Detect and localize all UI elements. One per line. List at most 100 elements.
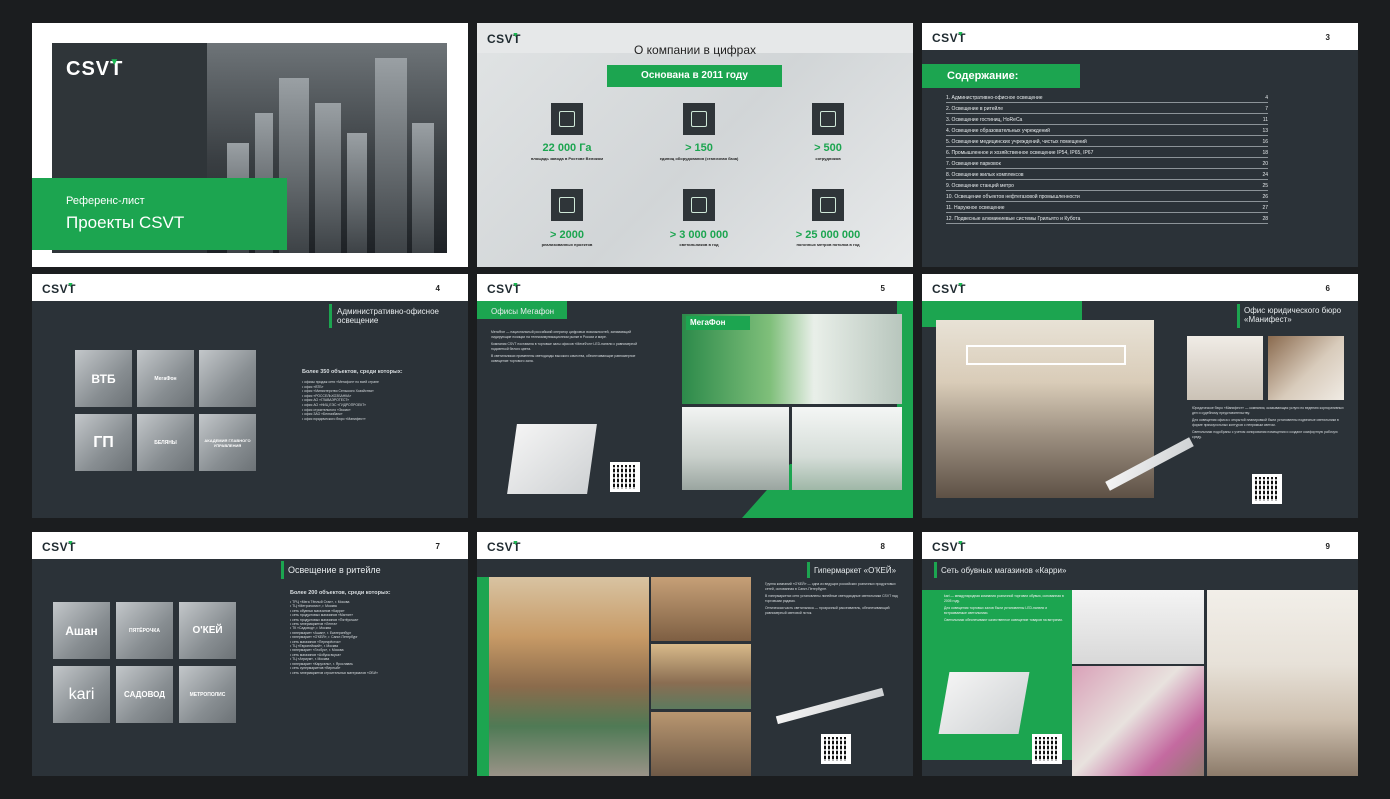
store-photo-1	[651, 577, 751, 641]
section-header: Освещение в ритейле	[288, 565, 381, 575]
slide-manifest-office[interactable]: CSVT▼ 6 Офис юридического бюро «Манифест…	[922, 274, 1358, 518]
contents-title: Содержание:	[947, 70, 1019, 82]
supermarket-aisle-photo	[489, 577, 649, 776]
toc-item[interactable]: 8. Освещение жилых комплексов 24	[946, 172, 1268, 180]
page-number: 5	[880, 284, 885, 293]
toc-item[interactable]: 9. Освещение станций метро 25	[946, 183, 1268, 191]
slide-office-lighting[interactable]: CSVT▼ 4 Административно-офисное освещени…	[32, 274, 468, 518]
header-accent-bar	[281, 561, 284, 579]
slide-company-figures[interactable]: CSVT▼ О компании в цифрах Основана в 201…	[477, 23, 913, 267]
brand-logo: CSVT▼	[932, 31, 967, 45]
sadovod-logo: САДОВОД	[116, 666, 173, 723]
toc-item[interactable]: 4. Освещение образовательных учреждений 1…	[946, 128, 1268, 136]
toc-item[interactable]: 5. Освещение медицинских учреждений, чис…	[946, 139, 1268, 147]
pyaterochka-logo: ПЯТЁРОЧКА	[116, 602, 173, 659]
office-interior-photo	[936, 320, 1154, 498]
stat-value: > 25 000 000	[795, 229, 861, 241]
led-panel-product	[938, 672, 1030, 734]
led-panel-product	[507, 424, 597, 494]
description-text: МегаФон — национальный российский операт…	[491, 330, 638, 363]
cover-title: Проекты CSVT	[66, 213, 185, 232]
slide-okey-hypermarket[interactable]: CSVT▼ 8 Гипермаркет «О'КЕЙ» Группа компа…	[477, 532, 913, 776]
page-number: 7	[435, 542, 440, 551]
toc-item[interactable]: 2. Освещение в ритейле 7	[946, 106, 1268, 114]
stat-label: единиц оборудования (станочная база)	[659, 156, 739, 161]
stat-label: сотрудников	[815, 156, 841, 161]
brand-logo: CSVT▼	[42, 540, 77, 554]
toc-item[interactable]: 11. Наружное освещение 27	[946, 205, 1268, 213]
section-header: Сеть обувных магазинов «Карри»	[941, 566, 1067, 575]
store-photo-3	[651, 712, 751, 776]
slide-contents[interactable]: CSVT▼ 3 Содержание: 1. Административно-о…	[922, 23, 1358, 267]
metropolis-logo: МЕТРОПОЛИС	[179, 666, 236, 723]
slide-megafon[interactable]: CSVT▼ 5 Офисы Мегафон МегаФон — национал…	[477, 274, 913, 518]
stat-label: светильников в год	[679, 242, 719, 247]
office-detail-photo-2	[1268, 336, 1344, 400]
stat-value: > 2000	[550, 229, 584, 241]
toc-item[interactable]: 10. Освещение объектов нефтегазовой пром…	[946, 194, 1268, 202]
header-accent-bar	[807, 562, 810, 578]
toc-item[interactable]: 1. Административно-офисное освещение 4	[946, 95, 1268, 103]
auchan-logo: Ашан	[53, 602, 110, 659]
megafon-logo: МегаФон	[137, 350, 194, 407]
slide-header-bar	[477, 532, 913, 559]
toc-item[interactable]: 3. Освещение гостиниц, HoReCa 11	[946, 117, 1268, 125]
toc-item[interactable]: 12. Подвесные алюминиевые системы Грилья…	[946, 216, 1268, 224]
header-accent-bar	[934, 562, 937, 578]
workers-icon	[812, 103, 844, 135]
side-green-band	[477, 577, 489, 776]
slide-header-bar	[32, 274, 468, 301]
gp-logo: ГП	[75, 414, 132, 471]
stat-label: площадь завода в Ростове Великом	[530, 156, 604, 161]
page-number: 4	[435, 284, 440, 293]
slide-header-bar	[477, 274, 913, 301]
section-header: Административно-офисное освещение	[337, 307, 439, 325]
cover-subtitle: Референс-лист	[66, 195, 145, 207]
slide-header-bar	[922, 532, 1358, 559]
stat-label: погонных метров потолка в год	[796, 242, 860, 247]
description-text: Юридическое бюро «Манифест» — компания, …	[1192, 406, 1344, 439]
stat-label: реализованных проектов	[541, 242, 593, 247]
header-accent-bar	[1237, 304, 1240, 328]
machine-icon	[683, 103, 715, 135]
toc-item[interactable]: 6. Промышленное и хозяйственное освещени…	[946, 150, 1268, 158]
kari-logo: kari	[53, 666, 110, 723]
objects-list: • ТРЦ «Мега Тёплый Стан», г. Москва • ТЦ …	[290, 600, 378, 675]
qr-code[interactable]	[821, 734, 851, 764]
office-photo-2	[792, 407, 902, 490]
section-header: Офисы Мегафон	[491, 307, 555, 316]
office-photo-1	[682, 407, 789, 490]
academy-logo: АКАДЕМИЯ ГЛАВНОГО УПРАВЛЕНИЯ	[199, 414, 256, 471]
brand-logo: CSVT▼	[932, 540, 967, 554]
section-header: Гипермаркет «О'КЕЙ»	[814, 566, 897, 575]
ceiling-panels-photo	[1072, 590, 1204, 664]
brand-logo: CSVT▼	[42, 282, 77, 296]
blueprint-icon	[551, 189, 583, 221]
qr-code[interactable]	[610, 462, 640, 492]
slide-retail-lighting[interactable]: CSVT▼ 7 Освещение в ритейле Ашан ПЯТЁРОЧ…	[32, 532, 468, 776]
slide-header-bar	[922, 23, 1358, 50]
vtb-logo: ВТБ	[75, 350, 132, 407]
okey-logo: О'КЕЙ	[179, 602, 236, 659]
belyany-logo: БЕЛЯНЫ	[137, 414, 194, 471]
cart-icon	[683, 189, 715, 221]
page-number: 3	[1325, 33, 1330, 42]
office-detail-photo-1	[1187, 336, 1263, 400]
description-text: Группа компаний «О'КЕЙ» — одна из ведущи…	[765, 582, 898, 615]
header-accent-bar	[329, 304, 332, 328]
brand-logo: CSVT▼	[487, 540, 522, 554]
objects-count: Более 200 объектов, среди которых:	[290, 590, 391, 596]
factory-icon	[551, 103, 583, 135]
toc-item[interactable]: 7. Освещение парковок 20	[946, 161, 1268, 169]
store-photo-2	[651, 644, 751, 709]
page-title: О компании в цифрах	[633, 43, 757, 57]
brand-logo: CSVT▼	[66, 57, 124, 80]
page-number: 9	[1325, 542, 1330, 551]
megafon-store-photo: МегаФон	[682, 314, 902, 404]
description-text: kari — международная компания розничной …	[944, 594, 1064, 623]
brand-logo: CSVT▼	[487, 282, 522, 296]
qr-code[interactable]	[1252, 474, 1282, 504]
qr-code[interactable]	[1032, 734, 1062, 764]
slide-cover[interactable]: CSVT▼ Референс-лист Проекты CSVT	[32, 23, 468, 267]
slide-kari-stores[interactable]: CSVT▼ 9 Сеть обувных магазинов «Карри» k…	[922, 532, 1358, 776]
